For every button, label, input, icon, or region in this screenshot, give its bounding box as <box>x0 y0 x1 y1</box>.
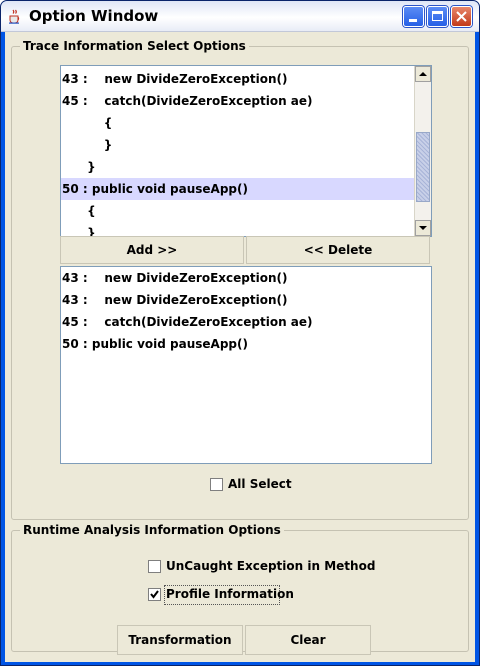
trace-options-group: Trace Information Select Options 43 : ne… <box>11 39 469 520</box>
close-button[interactable] <box>451 6 472 27</box>
window-client-area: Trace Information Select Options 43 : ne… <box>5 32 475 662</box>
all-select-checkbox[interactable] <box>210 478 223 491</box>
window-title: Option Window <box>29 7 159 25</box>
source-list-scrollbar[interactable] <box>414 66 431 236</box>
selected-code-row[interactable]: 45 : catch(DivideZeroException ae) <box>61 311 430 333</box>
arrow-down-icon <box>419 226 427 230</box>
java-cup-icon <box>9 9 20 24</box>
trace-options-title: Trace Information Select Options <box>20 39 249 53</box>
profile-information-checkbox[interactable] <box>148 588 161 601</box>
selected-code-row[interactable]: 43 : new DivideZeroException() <box>61 289 430 311</box>
scroll-thumb[interactable] <box>416 132 430 202</box>
selected-code-row[interactable]: 50 : public void pauseApp() <box>61 333 430 355</box>
option-window: Option Window Trace Information Select O… <box>0 0 480 666</box>
selected-code-list[interactable]: 43 : new DivideZeroException() 43 : new D… <box>60 266 432 464</box>
source-code-row[interactable]: { <box>61 200 414 222</box>
maximize-icon <box>432 11 443 21</box>
uncaught-exception-checkbox[interactable] <box>148 560 161 573</box>
minimize-icon <box>409 19 417 22</box>
scroll-up-button[interactable] <box>415 66 431 82</box>
source-code-row[interactable]: { <box>61 112 414 134</box>
uncaught-exception-label: UnCaught Exception in Method <box>166 559 376 573</box>
profile-information-label: Profile Information <box>166 587 294 601</box>
check-icon <box>150 590 159 599</box>
runtime-options-title: Runtime Analysis Information Options <box>20 523 284 537</box>
scroll-down-button[interactable] <box>415 220 431 236</box>
source-code-row[interactable]: } <box>61 222 414 236</box>
arrow-up-icon <box>419 72 427 76</box>
all-select-label: All Select <box>228 477 292 491</box>
maximize-button[interactable] <box>427 6 448 27</box>
source-code-list[interactable]: 43 : new DivideZeroException() 45 : catch… <box>60 65 432 237</box>
add-button[interactable]: Add >> <box>60 236 244 264</box>
delete-button[interactable]: << Delete <box>246 236 430 264</box>
clear-button[interactable]: Clear <box>245 625 371 655</box>
selected-code-row[interactable]: 43 : new DivideZeroException() <box>61 267 430 289</box>
source-code-row[interactable]: } <box>61 134 414 156</box>
title-bar[interactable]: Option Window <box>1 1 479 32</box>
source-code-row[interactable]: 45 : catch(DivideZeroException ae) <box>61 90 414 112</box>
source-code-row[interactable]: 43 : new DivideZeroException() <box>61 68 414 90</box>
source-code-row[interactable]: } <box>61 156 414 178</box>
transformation-button[interactable]: Transformation <box>117 625 243 655</box>
close-icon <box>456 11 467 22</box>
source-code-row-selected[interactable]: 50 : public void pauseApp() <box>61 178 414 200</box>
minimize-button[interactable] <box>403 6 424 27</box>
